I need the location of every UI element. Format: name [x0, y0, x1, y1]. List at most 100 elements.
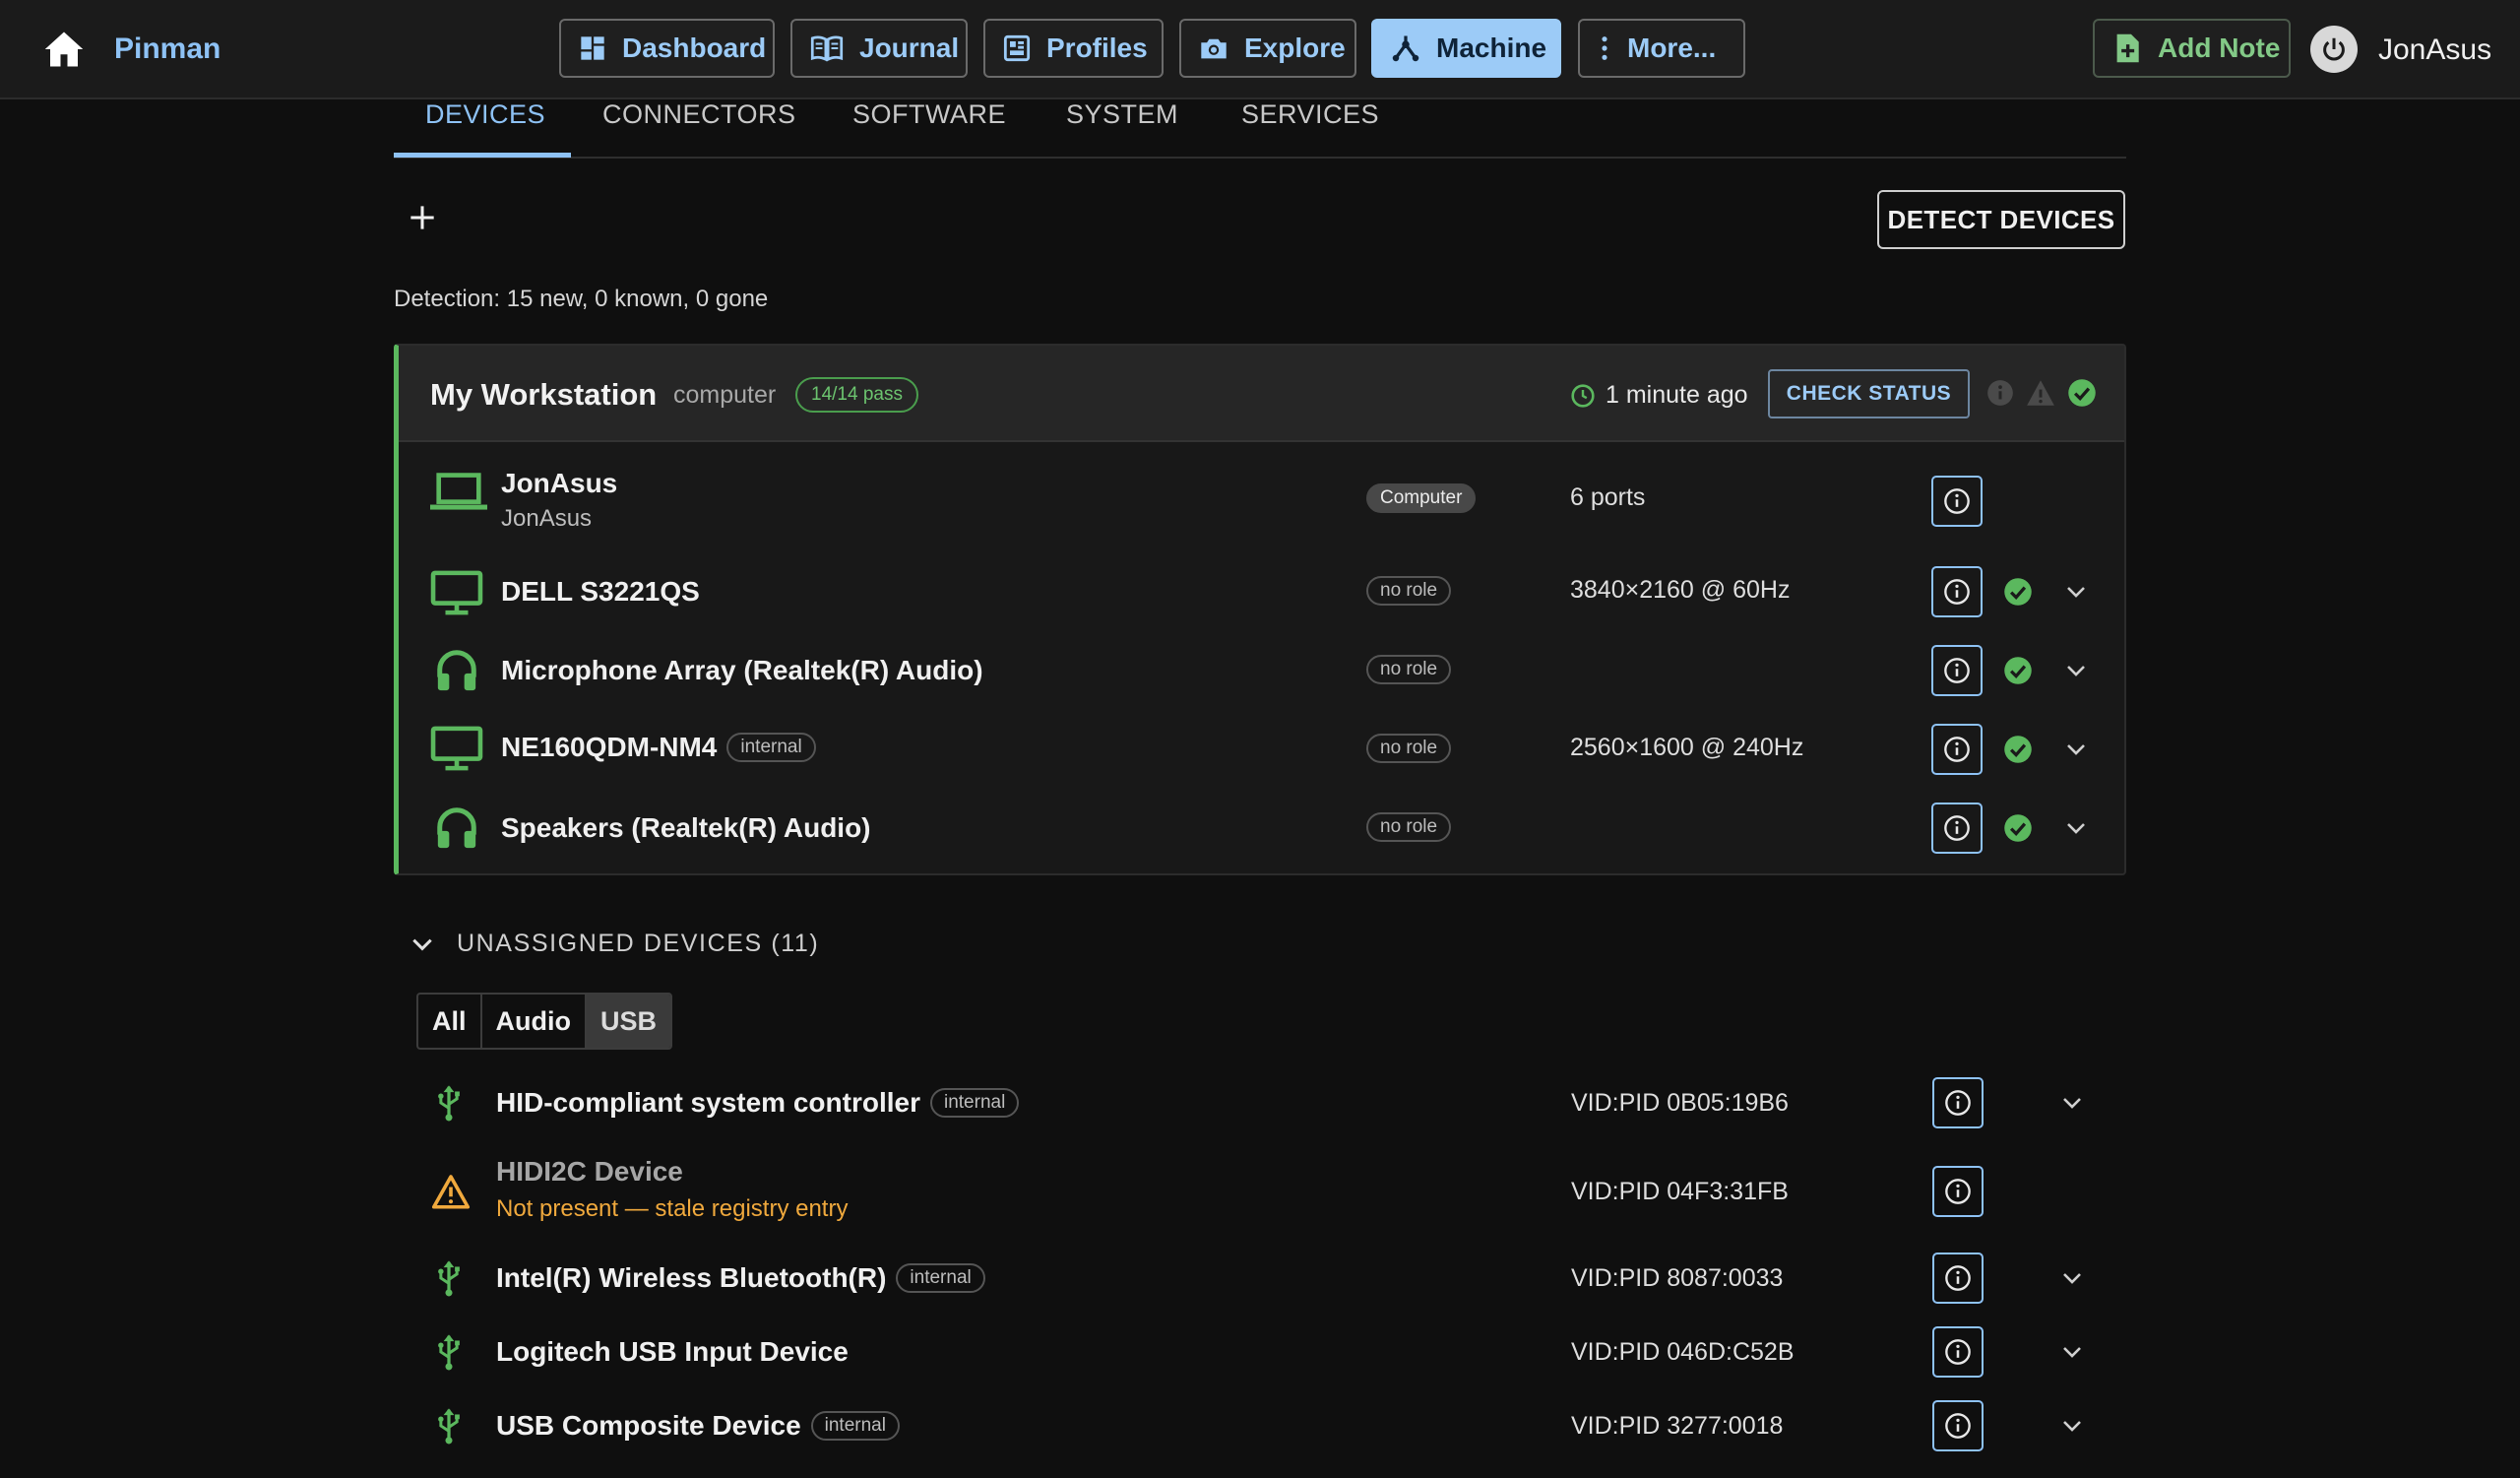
device-filter-group: All Audio USB [416, 993, 673, 1050]
role-chip[interactable]: no role [1366, 734, 1452, 763]
info-button[interactable] [1932, 1253, 1984, 1304]
device-name: JonAsus [501, 468, 617, 499]
tab-services[interactable]: SERVICES [1241, 99, 1379, 159]
check-status-button[interactable]: CHECK STATUS [1768, 369, 1970, 418]
chevron-down-icon[interactable] [2060, 1093, 2084, 1113]
info-icon [1945, 1339, 1971, 1365]
brand-name[interactable]: Pinman [114, 32, 220, 66]
role-chip[interactable]: no role [1366, 576, 1452, 606]
device-row[interactable]: JonAsus JonAsus Computer 6 ports [399, 452, 2124, 532]
info-button[interactable] [1932, 1077, 1984, 1128]
device-name: HID-compliant system controller internal [496, 1087, 1020, 1119]
home-icon [44, 32, 84, 67]
home-button[interactable] [41, 27, 87, 72]
device-row[interactable]: DELL S3221QS no role 3840×2160 @ 60Hz [399, 552, 2124, 631]
chevron-down-icon[interactable] [2064, 661, 2088, 680]
device-name-text: USB Composite Device [496, 1410, 801, 1441]
unassigned-label: UNASSIGNED DEVICES (11) [457, 930, 820, 957]
filter-usb[interactable]: USB [587, 995, 671, 1048]
device-name: DELL S3221QS [501, 576, 700, 608]
tab-system[interactable]: SYSTEM [1066, 99, 1178, 159]
user-name[interactable]: JonAsus [2378, 33, 2491, 67]
monitor-icon [430, 570, 483, 615]
nav-journal-button[interactable]: Journal [790, 19, 968, 78]
info-button[interactable] [1932, 1400, 1984, 1451]
device-name-text: HID-compliant system controller [496, 1087, 920, 1118]
tab-connectors[interactable]: CONNECTORS [602, 99, 796, 159]
add-note-button[interactable]: Add Note [2093, 19, 2291, 78]
note-plus-icon [2116, 33, 2139, 63]
info-button[interactable] [1931, 803, 1983, 854]
nav-profiles-button[interactable]: Profiles [983, 19, 1164, 78]
device-name: Speakers (Realtek(R) Audio) [501, 812, 871, 844]
camera-icon [1201, 38, 1227, 59]
nav-label: Machine [1436, 32, 1547, 63]
active-tab-indicator [394, 153, 571, 158]
device-row[interactable]: Speakers (Realtek(R) Audio) no role [399, 789, 2124, 868]
unassigned-device-row[interactable]: Intel(R) Wireless Bluetooth(R) internal … [394, 1243, 2126, 1314]
device-name-text: JonAsus [501, 468, 618, 498]
internal-tag: internal [810, 1411, 900, 1441]
info-filled-icon[interactable] [1986, 379, 2014, 407]
role-chip[interactable]: no role [1366, 812, 1452, 842]
nav-label: Profiles [1046, 32, 1148, 63]
role-chip[interactable]: Computer [1366, 483, 1477, 513]
info-button[interactable] [1931, 724, 1983, 775]
internal-tag: internal [896, 1263, 985, 1293]
device-row[interactable]: NE160QDM-NM4 internal no role 2560×1600 … [399, 710, 2124, 789]
info-button[interactable] [1931, 645, 1983, 696]
section-tabs: DEVICES CONNECTORS SOFTWARE SYSTEM SERVI… [394, 99, 2126, 159]
add-device-button[interactable] [402, 197, 443, 238]
chevron-down-icon[interactable] [2064, 582, 2088, 602]
vid-pid: VID:PID 04F3:31FB [1571, 1178, 1789, 1205]
filter-all[interactable]: All [418, 995, 482, 1048]
nav-label: Journal [859, 32, 960, 63]
user-avatar[interactable] [2310, 26, 2358, 73]
usb-icon [438, 1408, 460, 1445]
role-chip[interactable]: no role [1366, 655, 1452, 684]
unassigned-toggle[interactable]: UNASSIGNED DEVICES (11) [410, 930, 819, 958]
nav-explore-button[interactable]: Explore [1179, 19, 1356, 78]
detect-devices-button[interactable]: DETECT DEVICES [1877, 190, 2125, 249]
unassigned-device-row[interactable]: HID-compliant system controller internal… [394, 1067, 2126, 1138]
status-summary [1986, 378, 2097, 408]
unassigned-device-row[interactable]: HIDI2C Device Not present — stale regist… [394, 1154, 2126, 1241]
unassigned-device-row[interactable]: Logitech USB Input Device VID:PID 046D:C… [394, 1317, 2126, 1387]
chevron-down-icon[interactable] [2064, 739, 2088, 759]
info-button[interactable] [1932, 1166, 1984, 1217]
device-name: NE160QDM-NM4 internal [501, 732, 816, 763]
nav-label: More... [1627, 32, 1717, 63]
device-name: Microphone Array (Realtek(R) Audio) [501, 655, 983, 686]
check-circle-icon[interactable] [2067, 378, 2097, 408]
filter-audio[interactable]: Audio [482, 995, 587, 1048]
device-row[interactable]: Microphone Array (Realtek(R) Audio) no r… [399, 631, 2124, 710]
info-button[interactable] [1932, 1326, 1984, 1378]
nav-machine-button[interactable]: Machine [1371, 19, 1561, 78]
tab-software[interactable]: SOFTWARE [852, 99, 1006, 159]
warning-filled-icon[interactable] [2026, 379, 2055, 407]
chevron-down-icon[interactable] [2060, 1268, 2084, 1288]
chevron-down-icon[interactable] [2060, 1416, 2084, 1436]
info-icon [1945, 1413, 1971, 1439]
warning-icon [431, 1175, 471, 1209]
plus-icon [410, 206, 434, 229]
info-icon [1944, 488, 1970, 514]
vid-pid: VID:PID 8087:0033 [1571, 1264, 1784, 1292]
unassigned-device-row[interactable]: USB Composite Device internal VID:PID 32… [394, 1390, 2126, 1461]
info-icon [1944, 737, 1970, 762]
check-circle-icon [2004, 657, 2032, 684]
nav-more-button[interactable]: More... [1578, 19, 1745, 78]
info-button[interactable] [1931, 476, 1983, 527]
workstation-title: My Workstation [430, 377, 658, 412]
workstation-card: My Workstation computer 14/14 pass 1 min… [394, 344, 2126, 875]
info-button[interactable] [1931, 566, 1983, 617]
chevron-down-icon[interactable] [2060, 1342, 2084, 1362]
tab-devices[interactable]: DEVICES [425, 99, 545, 159]
chevron-down-icon[interactable] [2064, 818, 2088, 838]
info-icon [1945, 1090, 1971, 1116]
network-icon [1392, 35, 1419, 62]
device-name-text: Intel(R) Wireless Bluetooth(R) [496, 1262, 887, 1293]
power-icon [2323, 37, 2345, 61]
device-name: USB Composite Device internal [496, 1410, 900, 1442]
nav-dashboard-button[interactable]: Dashboard [559, 19, 775, 78]
